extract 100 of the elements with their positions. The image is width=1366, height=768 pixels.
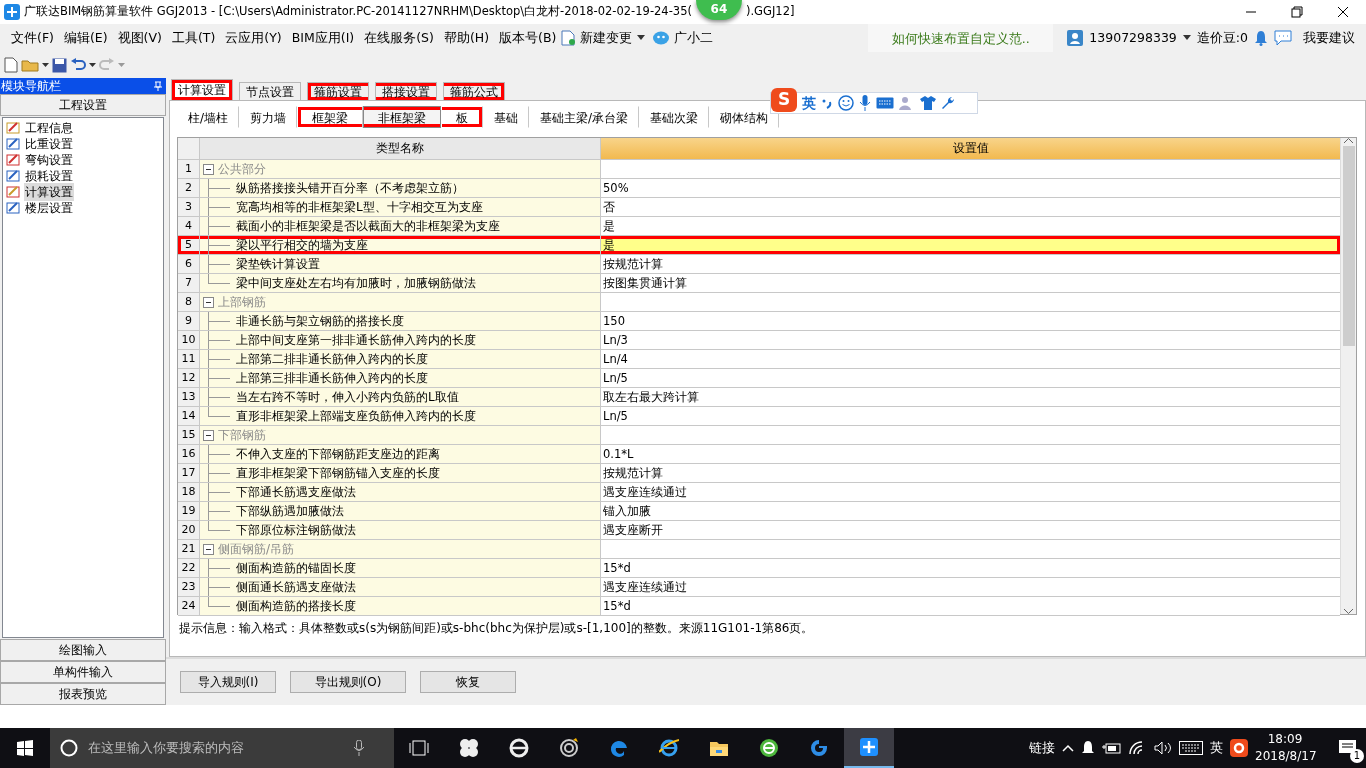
menu-item[interactable]: 文件(F): [6, 26, 59, 50]
collapse-toggle[interactable]: [203, 429, 214, 441]
pin-icon[interactable]: [154, 81, 162, 91]
tab[interactable]: 非框架梁: [363, 106, 442, 128]
microphone-icon[interactable]: [859, 95, 871, 111]
module-button[interactable]: 单构件输入: [0, 661, 166, 683]
ime-mode[interactable]: 英: [1210, 738, 1223, 758]
menu-item[interactable]: 在线服务(S): [359, 26, 439, 50]
scroll-down-icon[interactable]: [1344, 608, 1353, 614]
suggest-link[interactable]: 我要建议: [1298, 26, 1360, 50]
tab[interactable]: 框架梁: [297, 106, 364, 128]
tab[interactable]: 箍筋设置: [307, 82, 369, 100]
collapse-toggle[interactable]: [203, 543, 214, 555]
tab[interactable]: 柱/墙柱: [177, 106, 240, 128]
table-cell[interactable]: 遇支座连续通过: [601, 483, 1340, 502]
table-cell[interactable]: 取左右最大跨计算: [601, 388, 1340, 407]
collapse-toggle[interactable]: [203, 163, 214, 175]
row-number: 18: [178, 483, 200, 502]
caret-icon[interactable]: [89, 62, 96, 68]
tab[interactable]: 箍筋公式: [443, 82, 505, 100]
keyboard-icon[interactable]: [1179, 741, 1203, 755]
windows-icon[interactable]: [17, 740, 33, 756]
account-name[interactable]: 13907298339: [1089, 28, 1177, 48]
table-cell[interactable]: 否: [601, 198, 1340, 217]
scrollbar[interactable]: [1340, 138, 1356, 614]
punctuation-icon[interactable]: [821, 97, 833, 109]
menu-item[interactable]: BIM应用(I): [286, 26, 360, 50]
menu-item[interactable]: 版本号(B): [494, 26, 562, 50]
swirl-icon[interactable]: [559, 738, 579, 758]
menu-item[interactable]: 工具(T): [166, 26, 221, 50]
menu-item[interactable]: 编辑(E): [58, 26, 113, 50]
table-cell[interactable]: 15*d: [601, 597, 1340, 616]
caret-icon[interactable]: [637, 35, 646, 41]
tab[interactable]: 剪力墙: [239, 106, 298, 128]
settings-item-icon: [6, 185, 22, 199]
save-icon[interactable]: [52, 57, 67, 73]
search-box[interactable]: 在这里输入你要搜索的内容: [50, 728, 394, 768]
bell-icon[interactable]: [1081, 740, 1095, 756]
menu-item[interactable]: 视图(V): [112, 26, 167, 50]
sogou-icon[interactable]: [1230, 739, 1248, 757]
chat-icon[interactable]: [1274, 30, 1292, 46]
tab[interactable]: 基础: [483, 106, 530, 128]
battery-icon[interactable]: [1102, 741, 1122, 755]
tab[interactable]: 节点设置: [239, 82, 301, 100]
tab[interactable]: 搭接设置: [375, 82, 437, 100]
toolbar-label[interactable]: 链接: [1029, 738, 1055, 758]
scroll-up-icon[interactable]: [1344, 138, 1353, 144]
wrench-icon[interactable]: [941, 96, 955, 110]
table-cell[interactable]: 是: [601, 236, 1340, 255]
task-view-icon[interactable]: [409, 738, 429, 758]
tab[interactable]: 计算设置: [171, 79, 233, 100]
table-cell[interactable]: 按规范计算: [601, 464, 1340, 483]
fan-icon[interactable]: [459, 738, 479, 758]
volume-icon[interactable]: [1154, 741, 1172, 755]
swirl-icon[interactable]: [809, 738, 829, 758]
smiley-icon[interactable]: [838, 95, 854, 111]
tab[interactable]: 基础次梁: [639, 106, 710, 128]
tree-item[interactable]: 比重设置: [24, 135, 74, 153]
tab[interactable]: 板: [441, 106, 484, 128]
browser-icon[interactable]: [759, 738, 779, 758]
table-cell[interactable]: 锚入加腋: [601, 502, 1340, 521]
tree-item[interactable]: 计算设置: [24, 183, 74, 201]
app-icon[interactable]: [859, 737, 879, 757]
edge-icon[interactable]: [609, 738, 629, 758]
table-cell[interactable]: 按图集贯通计算: [601, 274, 1340, 293]
table-cell[interactable]: 遇支座断开: [601, 521, 1340, 540]
table-cell[interactable]: 按规范计算: [601, 255, 1340, 274]
browser-icon[interactable]: [659, 738, 679, 758]
new-file-icon[interactable]: [4, 57, 18, 73]
section-button[interactable]: 工程设置: [0, 94, 166, 116]
module-button[interactable]: 报表预览: [0, 683, 166, 705]
caret-icon[interactable]: [1182, 35, 1191, 41]
ime-mode[interactable]: 英: [802, 92, 816, 114]
tree-item[interactable]: 弯钩设置: [24, 151, 74, 169]
table-cell[interactable]: 15*d: [601, 559, 1340, 578]
tree-item[interactable]: 楼层设置: [24, 199, 74, 217]
search-field[interactable]: 在这里输入你要搜索的内容: [86, 737, 346, 759]
table-cell[interactable]: 是: [601, 217, 1340, 236]
collapse-toggle[interactable]: [203, 296, 214, 308]
menu-item[interactable]: 帮助(H): [438, 26, 495, 50]
document-icon: [561, 30, 576, 46]
menu-item[interactable]: 广小二: [669, 26, 719, 50]
clock-time[interactable]: 18:09: [1255, 731, 1315, 748]
chevron-up-icon[interactable]: [1062, 744, 1074, 752]
caret-icon[interactable]: [42, 62, 49, 68]
shirt-icon[interactable]: [920, 96, 936, 110]
action-button[interactable]: 恢复: [420, 671, 516, 693]
microphone-icon[interactable]: [354, 740, 364, 756]
action-button[interactable]: 导入规则(I): [180, 671, 276, 693]
module-button[interactable]: 绘图输入: [0, 639, 166, 661]
help-link[interactable]: 如何快速布置自定义范..: [868, 24, 1054, 52]
tree-item[interactable]: 工程信息: [24, 119, 74, 137]
menu-item[interactable]: 新建变更: [575, 26, 638, 50]
menu-item[interactable]: 云应用(Y): [220, 26, 287, 50]
undo-icon[interactable]: [70, 58, 86, 72]
tree-item[interactable]: 损耗设置: [24, 167, 74, 185]
table-cell[interactable]: 遇支座连续通过: [601, 578, 1340, 597]
clock-date[interactable]: 2018/8/17: [1255, 748, 1315, 765]
tab[interactable]: 基础主梁/承台梁: [529, 106, 640, 128]
action-button[interactable]: 导出规则(O): [290, 671, 406, 693]
